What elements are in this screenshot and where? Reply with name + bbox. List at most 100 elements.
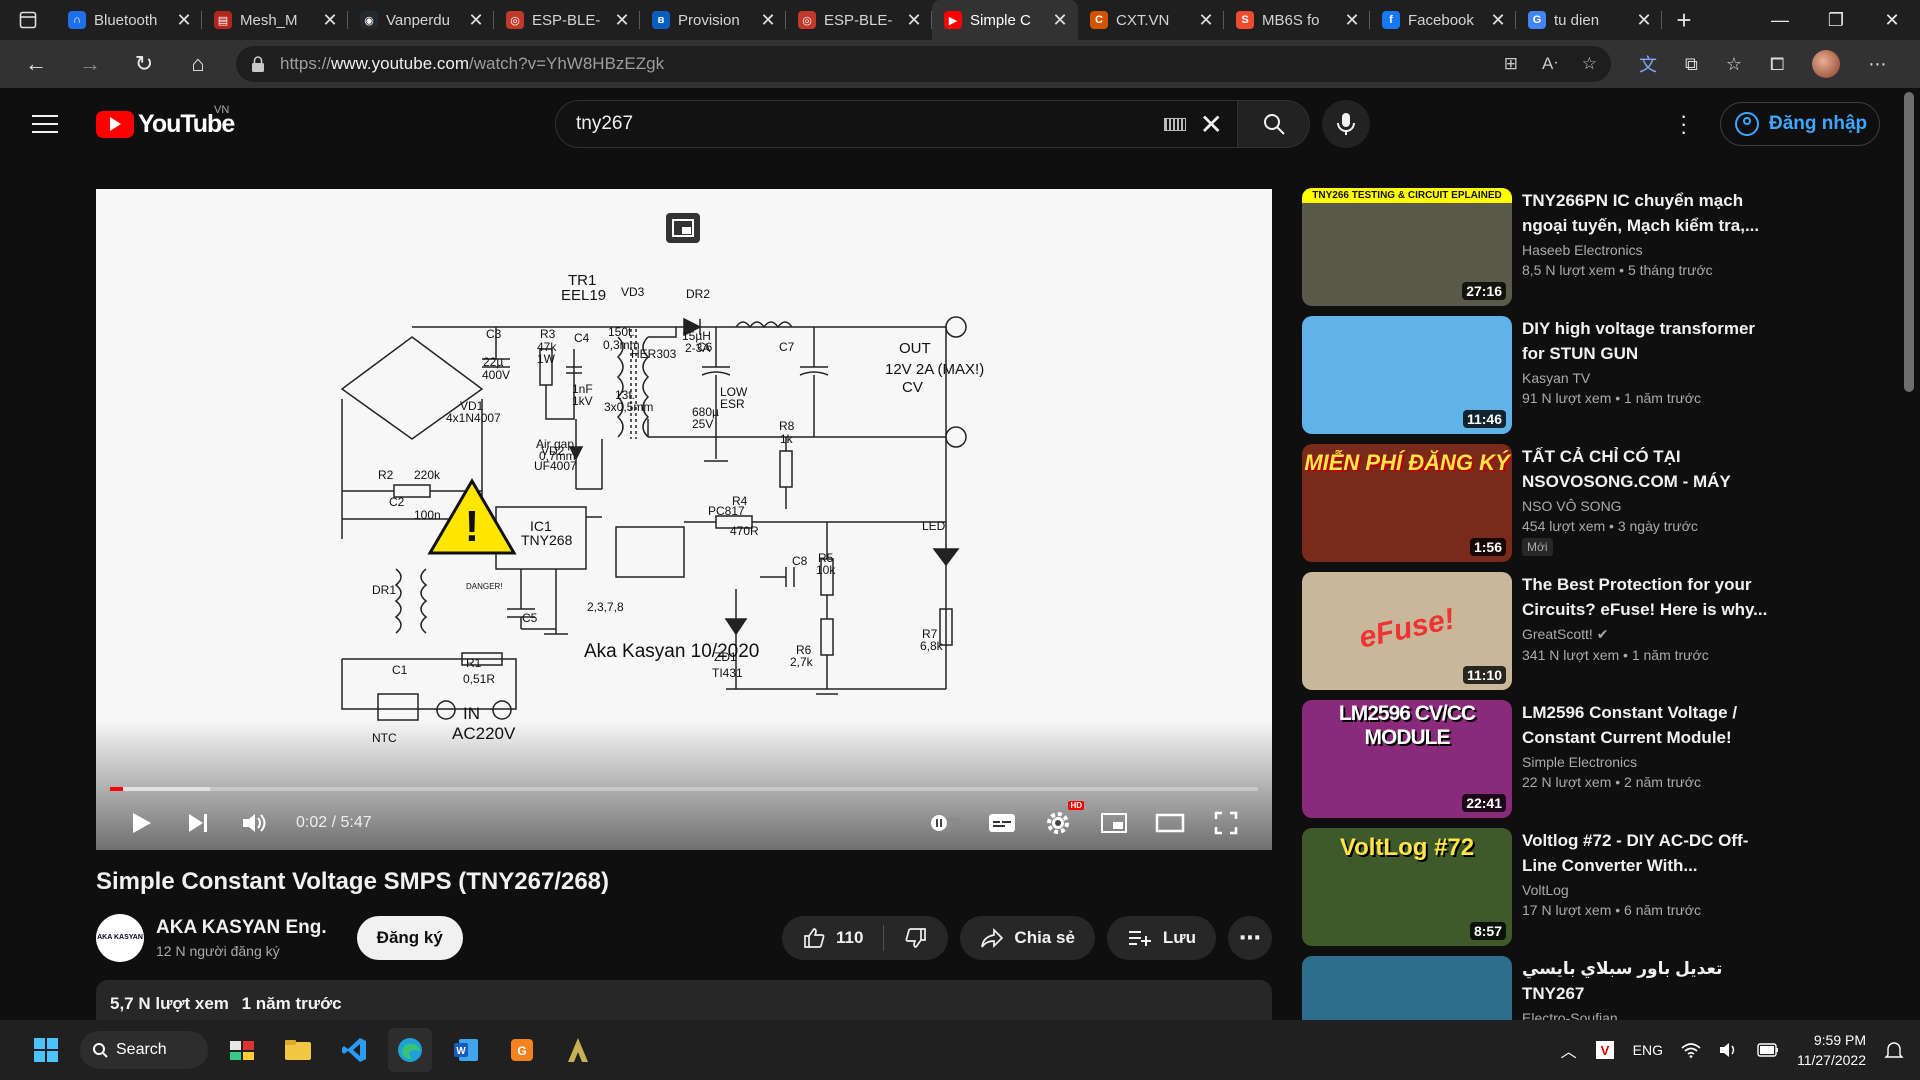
edge-browser-icon[interactable] [388,1028,432,1072]
miniplayer-button[interactable] [1086,799,1142,847]
browser-tab[interactable]: ◉ Vanperdu ✕ [348,0,494,40]
video-player[interactable]: ! TR1 EEL19 VD3 DR2 C3 R3 C4 150t. 0,3mm HER303 15… [96,189,1272,850]
extensions-icon[interactable]: ⧉ [1685,54,1698,75]
reload-button[interactable]: ↻ [122,46,166,82]
recommended-video-title[interactable]: DIY high voltage transformer for STUN GU… [1522,316,1782,366]
autoplay-toggle[interactable] [918,799,974,847]
fullscreen-button[interactable] [1198,799,1254,847]
close-window-button[interactable]: ✕ [1864,0,1920,40]
recommended-video[interactable]: MIỄN PHÍ ĐĂNG KÝ 1:56 TẤT CẢ CHỈ CÓ TẠI NS… [1302,444,1902,572]
close-tab-icon[interactable]: ✕ [1636,10,1652,31]
recommended-video-title[interactable]: TẤT CẢ CHỈ CÓ TẠI NSOVOSONG.COM - MÁY CH… [1522,444,1782,494]
more-actions-button[interactable]: ⋯ [1228,916,1272,960]
back-button[interactable]: ← [14,46,58,82]
address-bar[interactable]: https://www.youtube.com/watch?v=YhW8HBzE… [236,46,1611,82]
favorite-star-icon[interactable]: ☆ [1582,54,1597,74]
video-thumbnail[interactable]: LM2596 CV/CC MODULE 22:41 [1302,700,1512,818]
share-button[interactable]: Chia sẻ [960,916,1095,960]
subtitles-button[interactable] [974,799,1030,847]
battery-icon[interactable] [1757,1043,1779,1057]
recommended-video[interactable]: LM2596 CV/CC MODULE 22:41 LM2596 Constant … [1302,700,1902,828]
vietkey-tray-icon[interactable]: V [1595,1040,1615,1060]
close-tab-icon[interactable]: ✕ [1052,10,1068,31]
new-tab-button[interactable]: + [1662,0,1706,40]
browser-tab[interactable]: ◎ ESP-BLE- ✕ [494,0,640,40]
profile-avatar[interactable] [1812,50,1841,78]
video-thumbnail[interactable]: MIỄN PHÍ ĐĂNG KÝ 1:56 [1302,444,1512,562]
restore-button[interactable]: ❐ [1808,0,1864,40]
widgets-app-icon[interactable] [220,1028,264,1072]
subscribe-button[interactable]: Đăng ký [356,916,463,960]
browser-tab[interactable]: S MB6S fo ✕ [1224,0,1370,40]
recommended-channel-name[interactable]: GreatScott! ✔ [1522,626,1782,643]
read-aloud-icon[interactable]: Aᐧ [1542,54,1558,74]
foxit-pdf-icon[interactable]: G [500,1028,544,1072]
channel-name[interactable]: AKA KASYAN Eng. [156,917,327,939]
theater-mode-button[interactable] [1142,799,1198,847]
video-thumbnail[interactable]: TNY266 TESTING & CIRCUIT EPLAINED 27:16 [1302,188,1512,306]
start-button[interactable] [24,1028,68,1072]
sign-in-button[interactable]: Đăng nhập [1720,102,1880,146]
speaker-icon[interactable] [1719,1042,1739,1058]
keyboard-icon[interactable] [1163,117,1186,131]
clock[interactable]: 9:59 PM 11/27/2022 [1797,1030,1866,1070]
close-tab-icon[interactable]: ✕ [468,10,484,31]
recommended-video[interactable]: VoltLog #72 8:57 Voltlog #72 - DIY AC-DC O… [1302,828,1902,956]
browser-tab[interactable]: ▤ Mesh_M ✕ [202,0,348,40]
close-tab-icon[interactable]: ✕ [1198,10,1214,31]
arduino-app-icon[interactable] [556,1028,600,1072]
recommended-video-title[interactable]: The Best Protection for your Circuits? e… [1522,572,1782,622]
close-tab-icon[interactable]: ✕ [906,10,922,31]
recommended-channel-name[interactable]: Haseeb Electronics [1522,242,1782,258]
input-language-indicator[interactable]: ENG [1633,1042,1663,1058]
description-box[interactable]: 5,7 N lượt xem 1 năm trước [96,980,1272,1020]
tab-actions-button[interactable] [0,0,56,40]
settings-button[interactable]: HD [1030,799,1086,847]
collections-icon[interactable]: ⧠ [1770,54,1784,75]
voice-search-button[interactable] [1322,100,1370,148]
youtube-logo[interactable]: YouTube VN [96,104,235,139]
dislike-button[interactable] [884,916,948,960]
recommended-channel-name[interactable]: Simple Electronics [1522,754,1782,770]
video-thumbnail[interactable] [1302,956,1512,1020]
notification-bell-icon[interactable] [1884,1040,1904,1060]
recommended-channel-name[interactable]: Kasyan TV [1522,370,1782,386]
play-button[interactable] [114,799,170,847]
wifi-icon[interactable] [1681,1042,1701,1058]
channel-avatar[interactable]: AKA KASYAN [96,914,144,962]
show-hidden-icons-chevron-icon[interactable]: ︿ [1561,1038,1577,1062]
save-button[interactable]: Lưu [1106,916,1216,960]
url-text[interactable]: https://www.youtube.com/watch?v=YhW8HBzE… [280,54,1490,74]
video-thumbnail[interactable]: eFuse! 11:10 [1302,572,1512,690]
browser-tab[interactable]: ◎ ESP-BLE- ✕ [786,0,932,40]
next-button[interactable] [170,799,226,847]
clear-search-icon[interactable]: ✕ [1200,108,1223,141]
translate-icon[interactable]: 文 [1639,51,1657,77]
recommended-video[interactable]: eFuse! 11:10 The Best Protection for your … [1302,572,1902,700]
recommended-video-title[interactable]: Voltlog #72 - DIY AC-DC Off-Line Convert… [1522,828,1782,878]
word-icon[interactable]: W [444,1028,488,1072]
close-tab-icon[interactable]: ✕ [760,10,776,31]
search-button[interactable] [1238,100,1310,148]
recommended-video[interactable]: تعديل باور سبلاي بايسي TNY267 Electro-Sou… [1302,956,1902,1020]
home-button[interactable]: ⌂ [176,46,220,82]
volume-button[interactable] [226,799,282,847]
recommended-video-title[interactable]: LM2596 Constant Voltage / Constant Curre… [1522,700,1782,750]
close-tab-icon[interactable]: ✕ [322,10,338,31]
more-menu-icon[interactable]: ⋯ [1868,54,1886,75]
app-available-icon[interactable]: ⊞ [1504,54,1518,74]
search-input[interactable]: tny267 ✕ [555,100,1238,148]
search-query-text[interactable]: tny267 [576,113,1164,135]
browser-tab[interactable]: f Facebook ✕ [1370,0,1516,40]
settings-kebab-icon[interactable]: · · · [1680,105,1687,143]
recommended-channel-name[interactable]: VoltLog [1522,882,1782,898]
video-thumbnail[interactable]: 11:46 [1302,316,1512,434]
recommended-channel-name[interactable]: Electro-Soufian [1522,1010,1782,1020]
close-tab-icon[interactable]: ✕ [1344,10,1360,31]
guide-menu-icon[interactable] [32,115,58,133]
recommended-video-title[interactable]: TNY266PN IC chuyển mạch ngoại tuyến, Mạc… [1522,188,1782,238]
close-tab-icon[interactable]: ✕ [614,10,630,31]
browser-tab[interactable]: ∩ Bluetooth ✕ [56,0,202,40]
favorites-icon[interactable]: ☆ [1726,54,1742,75]
vscode-icon[interactable] [332,1028,376,1072]
